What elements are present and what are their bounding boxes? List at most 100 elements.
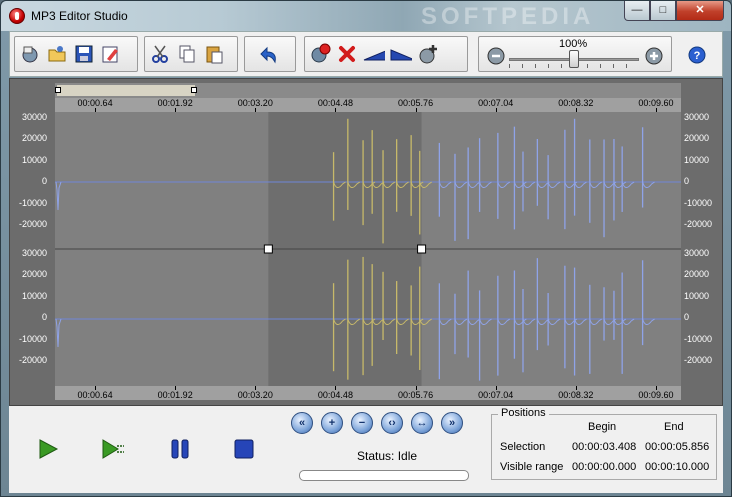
time-ruler-top[interactable]: 00:00.64 00:01.92 00:03.20 00:04.48 00:05.76… [55, 98, 681, 112]
title-bar[interactable]: MP3 Editor Studio SOFTPEDIA — □ ✕ [1, 1, 731, 31]
time-tick-label: 00:01.92 [157, 390, 193, 400]
zoom-out-button[interactable]: − [351, 412, 373, 434]
selection-end-handle[interactable] [417, 244, 427, 254]
time-tick-label: 00:00.64 [77, 98, 113, 108]
zoom-selection-button[interactable]: ‹› [381, 412, 403, 434]
time-tick-label: 00:07.04 [478, 390, 514, 400]
delete-icon [339, 46, 355, 62]
time-tick-label: 00:04.48 [317, 390, 353, 400]
fade-in-icon [363, 50, 385, 61]
amplitude-label: -10000 [684, 333, 713, 344]
clipboard-toolbar-group [144, 36, 238, 72]
fade-out-icon [390, 49, 412, 61]
close-button[interactable]: ✕ [676, 1, 724, 21]
undo-button[interactable] [257, 43, 279, 65]
window-title: MP3 Editor Studio [31, 9, 128, 23]
volume-down-icon [487, 47, 505, 65]
selection-label: Selection [500, 441, 546, 453]
progress-bar [299, 470, 469, 481]
amplitude-label: -20000 [684, 355, 713, 365]
delete-button[interactable] [336, 43, 358, 65]
play-selection-button[interactable] [101, 436, 127, 462]
amplitude-label: 0 [684, 176, 690, 186]
visible-range-end-value[interactable]: 00:00:10.000 [645, 461, 709, 473]
zoom-full-button[interactable]: ↔ [411, 412, 433, 434]
copy-button[interactable] [176, 43, 198, 65]
zoom-in-button[interactable]: + [321, 412, 343, 434]
maximize-button[interactable]: □ [650, 1, 676, 21]
amplitude-label: 10000 [684, 290, 710, 301]
time-tick-label: 00:05.76 [398, 390, 434, 400]
amplitude-scale-left-ch2: 30000 20000 10000 0 -10000 -20000 [10, 248, 50, 386]
volume-toolbar-group: 100% [478, 36, 672, 72]
visible-range-begin-value[interactable]: 00:00:00.000 [572, 461, 636, 473]
app-logo-icon[interactable] [9, 8, 25, 24]
volume-slider-thumb[interactable] [569, 50, 579, 68]
scroll-right-icon: » [448, 417, 456, 429]
save-button[interactable] [73, 43, 95, 65]
waveform-plot[interactable] [55, 112, 681, 386]
selection-end-value[interactable]: 00:00:05.856 [645, 441, 709, 453]
selection-start-handle[interactable] [263, 244, 273, 254]
open-file-button[interactable] [46, 43, 68, 65]
help-button[interactable]: ? [686, 44, 708, 66]
edit-tags-button[interactable] [100, 43, 122, 65]
amplitude-label: 30000 [684, 111, 710, 122]
time-tick-mark [415, 386, 417, 390]
time-tick-mark [95, 386, 97, 390]
selection-begin-value[interactable]: 00:00:03.408 [572, 441, 636, 453]
open-folder-icon [48, 46, 66, 62]
pause-button[interactable] [167, 436, 193, 462]
add-effect-icon [419, 45, 437, 64]
positions-title: Positions [498, 407, 549, 419]
overview-bar[interactable] [55, 83, 681, 98]
scroll-left-button[interactable]: « [291, 412, 313, 434]
open-recent-button[interactable] [19, 43, 41, 65]
fade-in-button[interactable] [363, 43, 385, 65]
waveform-panel: 00:00.64 00:01.92 00:03.20 00:04.48 00:05.76… [9, 78, 723, 406]
waveform-svg[interactable] [55, 112, 681, 386]
overview-right-handle[interactable] [191, 87, 197, 93]
amplitude-label: 30000 [21, 247, 47, 258]
amplitude-label: 20000 [684, 269, 710, 279]
amplitude-label: -20000 [18, 355, 47, 365]
amplitude-label: -10000 [684, 197, 713, 208]
fade-out-button[interactable] [390, 43, 412, 65]
remove-effect-button[interactable] [309, 43, 331, 65]
volume-down-button[interactable] [485, 44, 507, 66]
volume-label: 100% [559, 38, 588, 50]
minimize-button[interactable]: — [624, 1, 650, 21]
visible-range-label: Visible range [500, 461, 564, 473]
time-tick-label: 00:08.32 [558, 390, 594, 400]
volume-up-button[interactable] [643, 44, 665, 66]
amplitude-scale-left-ch1: 30000 20000 10000 0 -10000 -20000 [10, 112, 50, 248]
zoom-out-icon: − [358, 417, 366, 429]
amplitude-label: -20000 [684, 219, 713, 229]
time-ruler-bottom[interactable]: 00:00.64 00:01.92 00:03.20 00:04.48 00:05.76… [55, 386, 681, 400]
remove-effect-icon [311, 43, 331, 63]
zoom-in-icon: + [328, 417, 336, 429]
amplitude-label: 30000 [684, 247, 710, 258]
play-icon [39, 439, 59, 459]
time-tick-mark [175, 386, 177, 390]
scroll-left-icon: « [298, 417, 306, 429]
play-button[interactable] [35, 436, 61, 462]
pause-icon [171, 439, 189, 459]
copy-icon [179, 45, 195, 63]
edit-tags-icon [102, 46, 118, 63]
time-tick-label: 00:04.48 [317, 98, 353, 108]
stop-button[interactable] [231, 436, 257, 462]
app-window: MP3 Editor Studio SOFTPEDIA — □ ✕ 100% ?… [0, 0, 732, 497]
amplitude-label: -20000 [18, 219, 47, 229]
time-tick-mark [655, 386, 657, 390]
overview-visible-range[interactable] [57, 85, 195, 96]
scroll-right-button[interactable]: » [441, 412, 463, 434]
cut-button[interactable] [149, 43, 171, 65]
stop-icon [234, 439, 254, 459]
overview-left-handle[interactable] [55, 87, 61, 93]
add-effect-button[interactable] [417, 43, 439, 65]
paste-button[interactable] [203, 43, 225, 65]
time-tick-label: 00:01.92 [157, 98, 193, 108]
undo-icon [260, 46, 276, 64]
zoom-full-icon: ↔ [416, 417, 428, 429]
